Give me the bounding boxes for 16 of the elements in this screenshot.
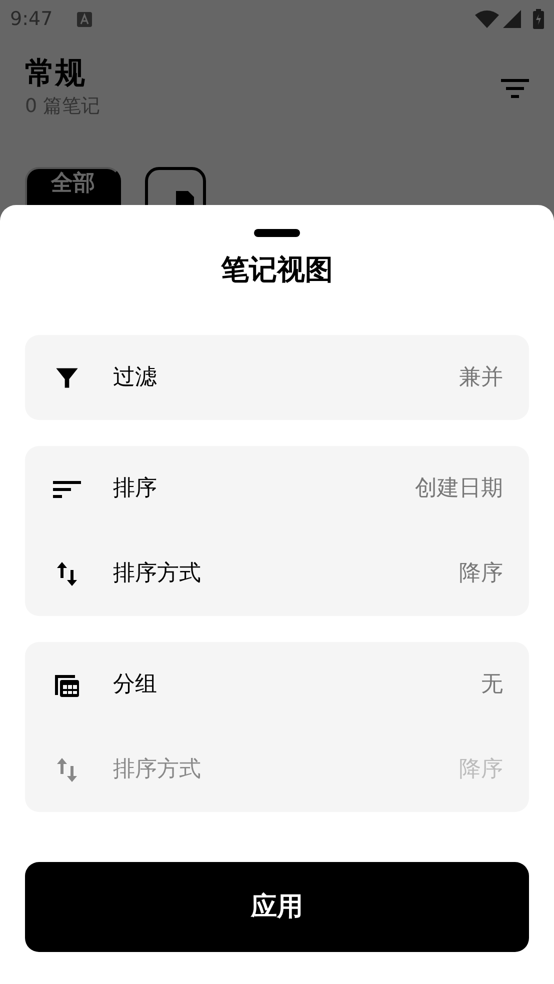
filter-chip[interactable]: 全部 — [25, 166, 121, 205]
page-title: 常规 — [25, 56, 86, 92]
filter-lines-icon[interactable] — [501, 77, 529, 100]
apply-button[interactable]: 应用 — [25, 862, 529, 952]
setting-row[interactable]: 排序 创建日期 — [25, 446, 529, 531]
wifi-icon — [475, 10, 499, 28]
keyboard-icon — [76, 12, 92, 26]
battery-icon — [533, 9, 544, 29]
setting-row[interactable]: 排序方式 降序 — [25, 531, 529, 616]
drag-handle[interactable] — [254, 229, 300, 237]
setting-row[interactable]: 过滤 兼并 — [25, 335, 529, 420]
setting-row: 排序方式 降序 — [25, 727, 529, 812]
sheet-title: 笔记视图 — [221, 253, 333, 286]
setting-row[interactable]: 分组 无 — [25, 642, 529, 727]
signal-icon — [503, 10, 521, 28]
status-time: 9:47 — [10, 6, 53, 32]
